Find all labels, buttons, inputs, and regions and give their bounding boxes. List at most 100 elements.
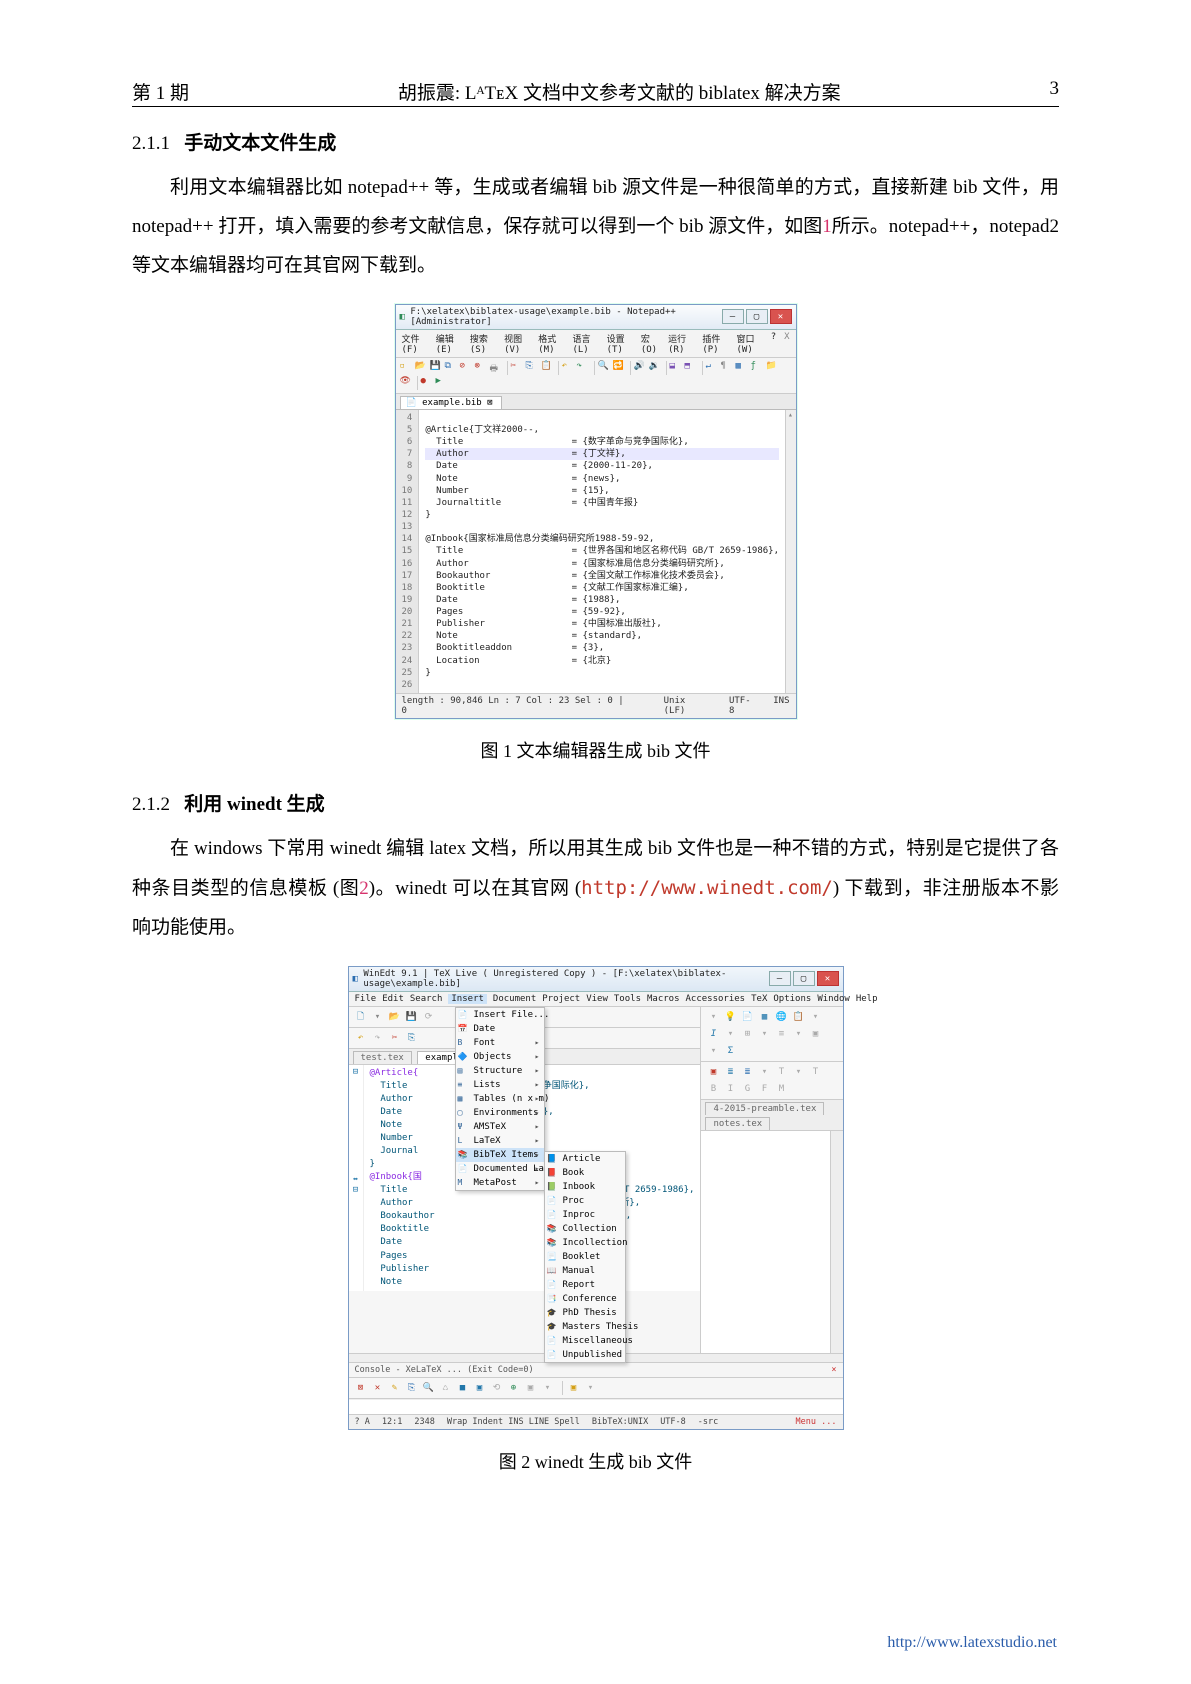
menubar-x[interactable]: X [784,332,789,355]
bib-mi[interactable]: 📘Article [545,1152,625,1166]
insert-mi[interactable]: 📅Date [456,1022,544,1036]
tool-icon[interactable]: ⟳ [422,1010,436,1024]
insert-mi[interactable]: BFont [456,1036,544,1050]
bib-mi[interactable]: 📄Proc [545,1194,625,1208]
open-icon[interactable]: 📂 [388,1010,402,1024]
menu-help[interactable]: ? [771,332,776,355]
cut-icon[interactable]: ✂ [511,361,525,375]
we-menubar[interactable]: File Edit Search Insert Document Project… [349,992,843,1007]
npp-titlebar[interactable]: ◧ F:\xelatex\biblatex-usage\example.bib … [396,305,796,330]
fold-gutter[interactable]: ⊟ ⬌ ⊟ [349,1065,364,1291]
mi-view[interactable]: View [586,994,608,1004]
redo-icon[interactable]: ↷ [577,361,591,375]
insert-mi[interactable]: ▤Structure [456,1064,544,1078]
zoomout-icon[interactable]: 🔉 [649,361,663,375]
italic-icon[interactable]: I [706,1027,720,1041]
fig1-link[interactable]: 1 [822,216,832,237]
bib-mi[interactable]: 📚Incollection [545,1236,625,1250]
open-icon[interactable]: 📂 [415,361,429,375]
npp-menubar[interactable]: 文件(F) 编辑(E) 搜索(S) 视图(V) 格式(M) 语言(L) 设置(T… [396,330,796,358]
scrollbar[interactable] [785,410,795,693]
insert-mi[interactable]: ΨAMSTeX [456,1120,544,1134]
menu-settings[interactable]: 设置(T) [607,332,633,355]
we-toolbar-right[interactable]: ▾ 💡 📄 ▦ 🌐 📋▾ I▾ ⊞▾ ≡▾ ▣▾ Σ [701,1007,842,1062]
mi-options[interactable]: Options [773,994,811,1004]
status-menu[interactable]: Menu ... [796,1417,837,1427]
close-button[interactable]: ✕ [817,971,839,986]
insert-mi[interactable]: 📄Insert File... [456,1008,544,1022]
wrap-icon[interactable]: ↵ [706,361,720,375]
save-icon[interactable]: 💾 [405,1010,419,1024]
menu-run[interactable]: 运行(R) [668,332,694,355]
copy-icon[interactable]: ⎘ [405,1031,419,1045]
insert-mi[interactable]: ≡Lists [456,1078,544,1092]
close-icon[interactable]: ⊘ [460,361,474,375]
monitor-icon[interactable]: 👁 [400,376,414,390]
undo-icon[interactable]: ↶ [354,1031,368,1045]
menu-file[interactable]: 文件(F) [402,332,428,355]
mi-edit[interactable]: Edit [382,994,404,1004]
dropdown-icon[interactable]: ▾ [371,1010,385,1024]
mi-project[interactable]: Project [542,994,580,1004]
close-button[interactable]: ✕ [770,309,792,324]
stop-icon[interactable]: ⊠ [354,1381,368,1395]
doc-icon[interactable]: 📄 [740,1010,754,1024]
minimize-button[interactable]: — [722,309,744,324]
find-icon[interactable]: 🔍 [422,1381,436,1395]
tab-strip[interactable]: 📄 example.bib ⊠ [396,394,796,410]
insert-mi[interactable]: ▦Tables (n x m) [456,1092,544,1106]
mi-help[interactable]: Help [856,994,878,1004]
maximize-button[interactable]: ▢ [746,309,768,324]
insert-menu[interactable]: 📄Insert File...📅DateBFont🔷Objects▤Struct… [455,1007,545,1191]
sq2-icon[interactable]: ▣ [473,1381,487,1395]
bib-mi[interactable]: 📄Miscellaneous [545,1334,625,1348]
bib-mi[interactable]: 📑Conference [545,1292,625,1306]
bib-mi[interactable]: 📖Manual [545,1264,625,1278]
mi-document[interactable]: Document [493,994,536,1004]
scrollbar[interactable] [830,1131,843,1353]
tool-icon[interactable]: ▣ [524,1381,538,1395]
func-icon[interactable]: ƒ [751,361,765,375]
editor-area[interactable]: 4567891011121314151617181920212223242526… [396,410,796,693]
insert-mi[interactable]: LLaTeX [456,1134,544,1148]
cut-icon[interactable]: ✂ [388,1031,402,1045]
tool-icon[interactable]: ⟲ [490,1381,504,1395]
menu-window[interactable]: 窗口(W) [737,332,763,355]
grid-icon[interactable]: ▦ [757,1010,771,1024]
bibtex-submenu[interactable]: 📘Article📕Book📗Inbook📄Proc📄Inproc📚Collect… [544,1151,626,1363]
winedt-url[interactable]: http://www.winedt.com/ [581,877,833,899]
pencil-icon[interactable]: ✎ [388,1381,402,1395]
menu-plugins[interactable]: 插件(P) [702,332,728,355]
bib-mi[interactable]: 📚Collection [545,1222,625,1236]
mi-tools[interactable]: Tools [614,994,641,1004]
tool-icon[interactable]: ≣ [723,1065,737,1079]
folder-icon[interactable]: 📁 [766,361,780,375]
insert-mi[interactable]: 📄Documented LaTeX [456,1162,544,1176]
mi-search[interactable]: Search [410,994,443,1004]
minimize-button[interactable]: — [769,971,791,986]
bib-mi[interactable]: 🎓Masters Thesis [545,1320,625,1334]
bib-mi[interactable]: 📃Booklet [545,1250,625,1264]
save-icon[interactable]: 💾 [430,361,444,375]
sync-icon1[interactable]: ⬓ [670,361,684,375]
right-tabstrip[interactable]: 4-2015-preamble.tex notes.tex [701,1100,842,1131]
play-icon[interactable]: ▶ [436,376,450,390]
lightbulb-icon[interactable]: 💡 [723,1010,737,1024]
footer-link[interactable]: http://www.latexstudio.net [887,1634,1057,1652]
bib-mi[interactable]: 📄Unpublished [545,1348,625,1362]
show-icon[interactable]: ¶ [721,361,735,375]
fig2-link[interactable]: 2 [359,878,369,899]
tool-icon[interactable]: ▾ [706,1010,720,1024]
mi-file[interactable]: File [355,994,377,1004]
mi-window[interactable]: Window [817,994,850,1004]
tool-icon[interactable]: ▣ [562,1381,581,1395]
copy-icon[interactable]: ⎘ [405,1381,419,1395]
menu-search[interactable]: 搜索(S) [470,332,496,355]
mi-tex[interactable]: TeX [751,994,767,1004]
find-icon[interactable]: 🔍 [598,361,612,375]
tool-icon[interactable]: ⊕ [507,1381,521,1395]
tool-icon[interactable]: ⊞ [740,1027,754,1041]
menu-lang[interactable]: 语言(L) [572,332,598,355]
insert-mi[interactable]: 🔷Objects [456,1050,544,1064]
record-icon[interactable]: ● [421,376,435,390]
